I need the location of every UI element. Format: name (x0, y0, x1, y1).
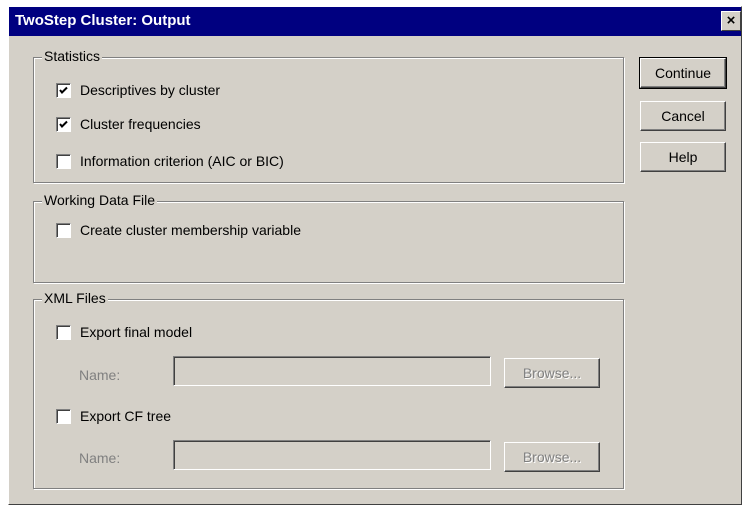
cf-tree-browse-button: Browse... (504, 442, 600, 472)
close-button[interactable]: × (721, 11, 741, 31)
export-cf-tree-label: Export CF tree (80, 408, 172, 424)
dialog-title: TwoStep Cluster: Output (15, 12, 191, 29)
information-criterion-checkbox[interactable] (56, 154, 71, 169)
checkmark-icon (59, 120, 68, 128)
descriptives-by-cluster-checkbox[interactable] (56, 83, 71, 98)
final-model-browse-button: Browse... (504, 358, 600, 388)
twostep-output-dialog: TwoStep Cluster: Output × Statistics Des… (8, 6, 742, 505)
checkmark-icon (59, 86, 68, 94)
export-final-model-label: Export final model (80, 324, 193, 340)
create-membership-variable-checkbox[interactable] (56, 223, 71, 238)
information-criterion-label: Information criterion (AIC or BIC) (80, 153, 284, 169)
continue-button[interactable]: Continue (639, 57, 727, 89)
cancel-button[interactable]: Cancel (640, 101, 726, 131)
cf-tree-name-label: Name: (79, 450, 121, 466)
xml-files-group: XML Files Export final model Name: Brows… (33, 290, 624, 489)
export-cf-tree-checkbox[interactable] (56, 409, 71, 424)
descriptives-by-cluster-label: Descriptives by cluster (80, 82, 221, 98)
create-membership-variable-label: Create cluster membership variable (80, 222, 301, 238)
xml-files-group-label: XML Files (42, 290, 108, 306)
working-data-file-group: Working Data File Create cluster members… (33, 192, 624, 283)
statistics-group-label: Statistics (42, 48, 103, 64)
export-final-model-checkbox[interactable] (56, 325, 71, 340)
cluster-frequencies-checkbox[interactable] (56, 117, 71, 132)
cluster-frequencies-label: Cluster frequencies (80, 116, 201, 132)
title-bar: TwoStep Cluster: Output × (9, 7, 741, 36)
cf-tree-name-field (173, 440, 491, 470)
final-model-name-field (173, 356, 491, 386)
help-button[interactable]: Help (640, 142, 726, 172)
close-icon: × (726, 12, 736, 29)
final-model-name-label: Name: (79, 367, 121, 383)
working-data-file-group-label: Working Data File (42, 192, 158, 208)
statistics-group: Statistics Descriptives by cluster Clust… (33, 48, 624, 183)
